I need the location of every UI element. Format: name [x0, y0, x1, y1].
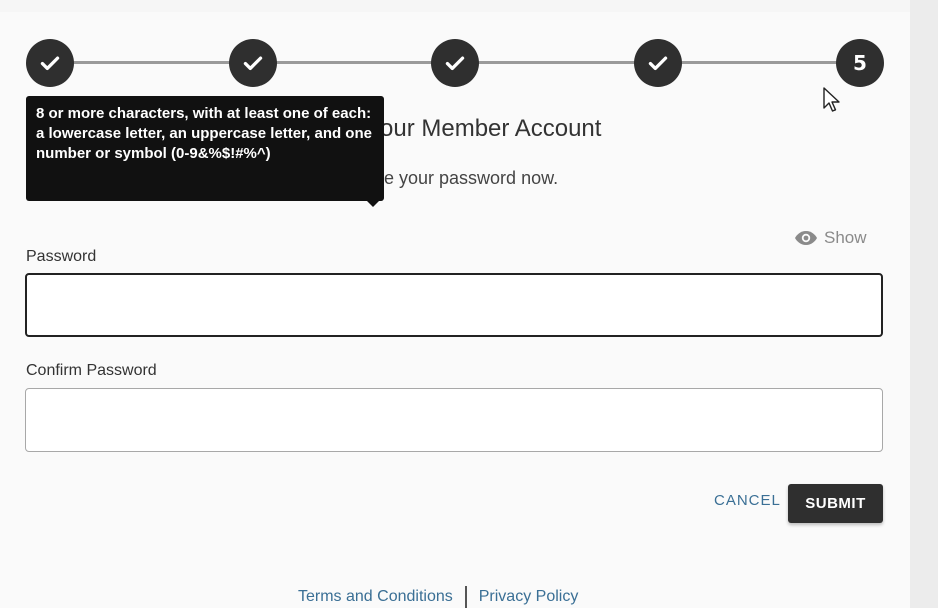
privacy-link[interactable]: Privacy Policy	[479, 588, 579, 606]
tooltip-arrow	[366, 200, 380, 207]
check-icon	[243, 56, 263, 71]
step-4-complete	[634, 39, 682, 87]
password-label: Password	[26, 248, 97, 265]
check-icon	[445, 56, 465, 71]
confirm-password-input[interactable]	[25, 388, 883, 452]
step-2-complete	[229, 39, 277, 87]
page-subtitle: e your password now.	[384, 168, 559, 188]
show-password-toggle[interactable]: Show	[794, 228, 867, 248]
terms-link[interactable]: Terms and Conditions	[298, 588, 453, 606]
password-requirements-tooltip: 8 or more characters, with at least one …	[26, 96, 384, 201]
cancel-button[interactable]: CANCEL	[714, 492, 781, 509]
password-input[interactable]	[25, 273, 883, 337]
footer-divider	[464, 586, 467, 608]
show-label: Show	[824, 228, 867, 247]
mouse-cursor-icon	[823, 87, 840, 112]
step-number: 5	[853, 51, 867, 75]
check-icon	[648, 56, 668, 71]
eye-icon	[795, 231, 817, 245]
step-3-complete	[431, 39, 479, 87]
submit-button[interactable]: SUBMIT	[788, 484, 883, 523]
page-title: our Member Account	[380, 115, 602, 142]
step-5-current: 5	[836, 39, 884, 87]
step-1-complete	[26, 39, 74, 87]
check-icon	[40, 56, 60, 71]
confirm-password-label: Confirm Password	[26, 362, 157, 379]
footer-links: Terms and Conditions Privacy Policy	[298, 586, 578, 608]
